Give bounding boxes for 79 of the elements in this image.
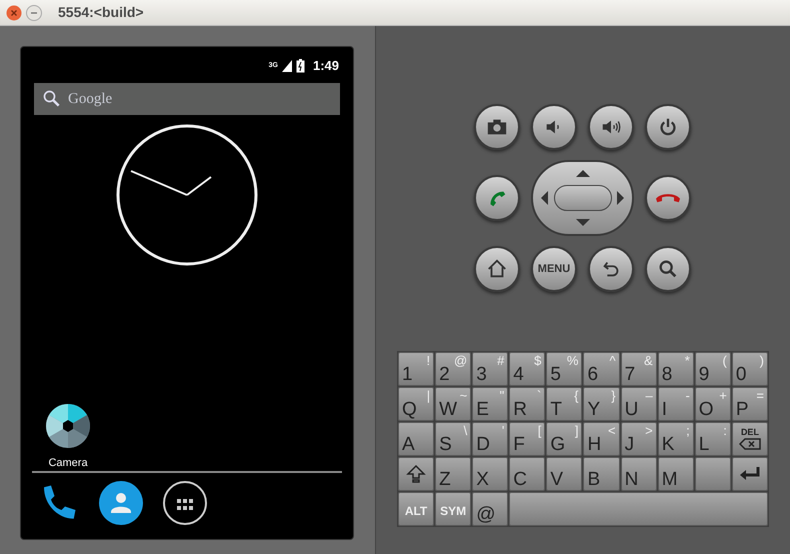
battery-icon [296, 59, 305, 73]
backspace-icon [738, 438, 761, 450]
keyboard-key[interactable]: U – [620, 387, 657, 421]
camera-app-icon[interactable] [45, 402, 91, 448]
keyboard-key[interactable]: A [398, 422, 434, 456]
keyboard-key[interactable]: T { [546, 387, 582, 421]
keyboard-key[interactable]: N [620, 457, 657, 491]
volume-down-button[interactable] [531, 104, 577, 150]
app-drawer-icon[interactable] [163, 481, 207, 525]
keyboard-key[interactable]: 8 * [658, 352, 694, 386]
left-arrow-icon [541, 191, 548, 205]
shift-key[interactable] [398, 457, 434, 491]
keyboard-key[interactable]: W ~ [435, 387, 472, 421]
menu-button[interactable]: MENU [531, 246, 577, 292]
close-icon[interactable] [6, 4, 22, 20]
right-arrow-icon [617, 191, 624, 205]
keyboard-key[interactable]: L : [694, 422, 731, 456]
space-key[interactable] [509, 492, 768, 526]
home-icon [486, 258, 508, 280]
keyboard-key[interactable]: P = [732, 387, 768, 421]
camera-button[interactable] [474, 104, 520, 150]
home-button[interactable] [474, 246, 520, 292]
keyboard-key[interactable]: 0 ) [732, 352, 768, 386]
keyboard-key[interactable]: G ] [546, 422, 582, 456]
enter-key[interactable] [732, 457, 768, 491]
keyboard-key[interactable]: H < [583, 422, 620, 456]
keyboard-key[interactable]: 7 & [620, 352, 657, 386]
keyboard-key[interactable] [694, 457, 731, 491]
keyboard-key[interactable]: Y } [583, 387, 620, 421]
minimize-icon[interactable] [26, 4, 42, 20]
call-button[interactable] [474, 175, 520, 221]
search-icon [42, 89, 62, 109]
search-icon [657, 258, 679, 280]
clock-icon [115, 123, 259, 267]
keyboard-key[interactable]: 9 ( [694, 352, 731, 386]
end-call-button[interactable] [645, 175, 691, 221]
contacts-icon[interactable] [99, 481, 143, 525]
signal-icon [282, 60, 292, 72]
delete-key[interactable]: DEL [732, 422, 768, 456]
back-button[interactable] [588, 246, 634, 292]
keyboard-key[interactable]: ALT [398, 492, 434, 526]
phone-icon [656, 193, 680, 203]
keyboard-key[interactable]: I - [658, 387, 694, 421]
keyboard-key[interactable]: SYM [435, 492, 472, 526]
dpad-center-button[interactable] [554, 185, 612, 211]
keyboard-key[interactable]: F [ [509, 422, 546, 456]
keyboard-key[interactable]: 1 ! [398, 352, 434, 386]
keyboard-key[interactable]: K ; [658, 422, 694, 456]
power-button[interactable] [645, 104, 691, 150]
up-arrow-icon [576, 170, 590, 177]
keyboard-key[interactable]: 2 @ [435, 352, 472, 386]
keyboard-key[interactable]: D ' [472, 422, 508, 456]
down-arrow-icon [576, 219, 590, 226]
keyboard-key[interactable]: @ [472, 492, 508, 526]
keyboard-key[interactable]: O + [694, 387, 731, 421]
keyboard-key[interactable]: E " [472, 387, 508, 421]
keyboard-key[interactable]: R ` [509, 387, 546, 421]
search-placeholder: Google [68, 90, 112, 109]
search-bar[interactable]: Google [34, 83, 340, 115]
app-label: Camera [48, 456, 88, 470]
keyboard-key[interactable]: Z [435, 457, 472, 491]
keyboard-key[interactable]: Q | [398, 387, 434, 421]
keyboard-key[interactable]: 5 % [546, 352, 582, 386]
keyboard-key[interactable]: 6 ^ [583, 352, 620, 386]
keyboard-key[interactable]: C [509, 457, 546, 491]
keyboard-key[interactable]: M [658, 457, 694, 491]
keyboard-key[interactable]: 3 # [472, 352, 508, 386]
shift-arrow-icon [406, 464, 426, 484]
keyboard-key[interactable]: X [472, 457, 508, 491]
enter-arrow-icon [738, 465, 762, 483]
window-title: 5554:<build> [58, 3, 144, 22]
search-button[interactable] [645, 246, 691, 292]
keyboard-key[interactable]: B [583, 457, 620, 491]
keyboard-key[interactable]: V [546, 457, 582, 491]
keyboard-key[interactable]: 4 $ [509, 352, 546, 386]
volume-up-button[interactable] [588, 104, 634, 150]
status-time: 1:49 [312, 57, 339, 76]
keyboard-key[interactable]: J > [620, 422, 657, 456]
keyboard-key[interactable]: S \ [435, 422, 472, 456]
